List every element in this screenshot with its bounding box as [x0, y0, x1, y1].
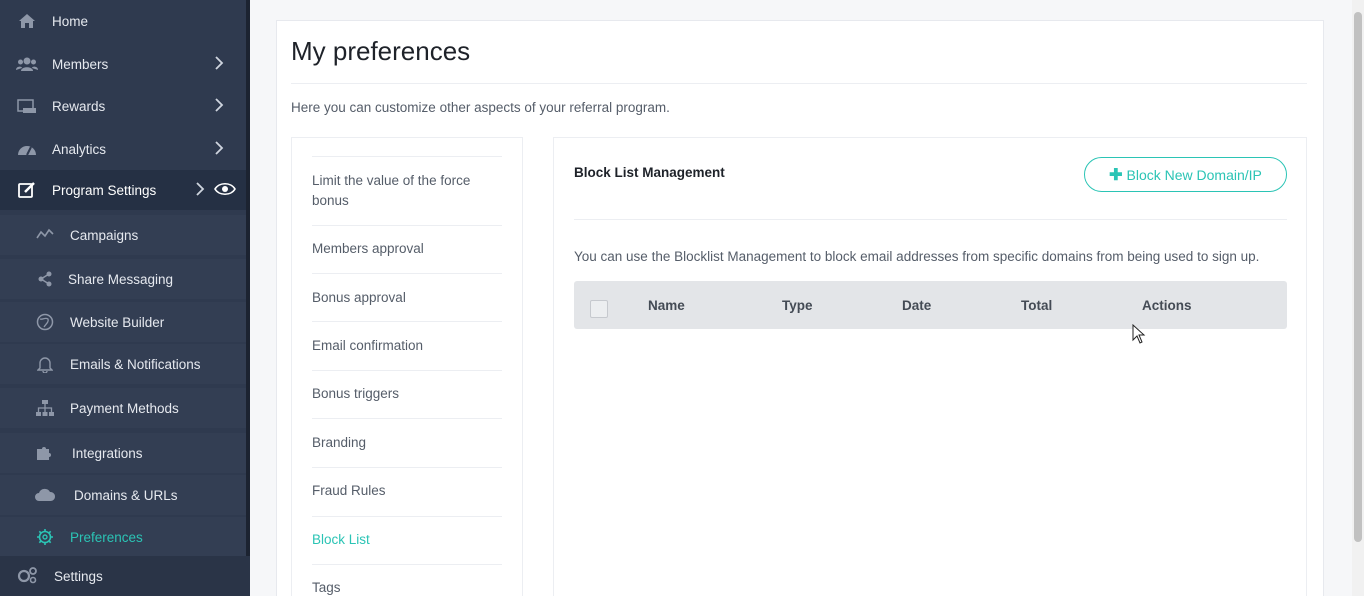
- home-icon: [16, 10, 38, 32]
- sidebar-item-program-settings[interactable]: Program Settings: [0, 170, 246, 210]
- subnav-item-members-approval[interactable]: Members approval: [312, 239, 502, 259]
- puzzle-icon: [34, 442, 56, 464]
- campaigns-icon: [34, 224, 56, 246]
- page-title: My preferences: [291, 36, 471, 66]
- chevron-right-icon: [195, 181, 205, 199]
- column-header-date[interactable]: Date: [902, 298, 931, 313]
- sidebar-subitem-label: Preferences: [70, 529, 143, 545]
- sidebar-item-home[interactable]: Home: [0, 1, 246, 41]
- subnav-item-email-confirmation[interactable]: Email confirmation: [312, 336, 502, 356]
- sidebar-subitem-website-builder[interactable]: Website Builder: [0, 302, 246, 342]
- column-header-total[interactable]: Total: [1021, 298, 1052, 313]
- subnav-item-fraud-rules[interactable]: Fraud Rules: [312, 481, 502, 501]
- panel-description: You can use the Blocklist Management to …: [574, 249, 1260, 264]
- subnav-item-bonus-triggers[interactable]: Bonus triggers: [312, 384, 502, 404]
- sidebar-subitem-label: Website Builder: [70, 314, 165, 330]
- sidebar-subitem-campaigns[interactable]: Campaigns: [0, 215, 246, 255]
- sidebar-item-members[interactable]: Members: [0, 44, 246, 84]
- sidebar-subitem-emails-notifications[interactable]: Emails & Notifications: [0, 344, 246, 384]
- panel-title: Block List Management: [574, 165, 725, 180]
- divider: [312, 225, 502, 226]
- sitemap-icon: [34, 397, 56, 419]
- sidebar: Home Members Rewards Analytics Program S…: [0, 0, 250, 596]
- divider: [291, 83, 1307, 84]
- divider: [312, 516, 502, 517]
- cogs-icon: [16, 566, 38, 587]
- subnav-item-force-bonus[interactable]: Limit the value of the force bonus: [312, 171, 502, 211]
- sidebar-subitem-label: Payment Methods: [70, 400, 179, 416]
- block-new-domain-button[interactable]: ✚ Block New Domain/IP: [1084, 157, 1287, 192]
- chevron-right-icon: [214, 140, 224, 158]
- globe-icon: [34, 311, 56, 333]
- sidebar-item-label: Members: [52, 56, 109, 72]
- divider: [574, 219, 1287, 220]
- divider: [312, 564, 502, 565]
- sidebar-subitem-payment-methods[interactable]: Payment Methods: [0, 388, 246, 428]
- plus-icon: ✚: [1109, 166, 1123, 184]
- sidebar-subitem-label: Share Messaging: [68, 271, 174, 287]
- gear-icon: [34, 526, 56, 548]
- divider: [312, 467, 502, 468]
- sidebar-item-label: Home: [52, 13, 89, 29]
- cloud-icon: [34, 484, 56, 506]
- divider: [312, 156, 502, 157]
- page-intro: Here you can customize other aspects of …: [291, 100, 670, 115]
- block-list-panel: [553, 137, 1307, 596]
- sidebar-item-analytics[interactable]: Analytics: [0, 129, 246, 169]
- sidebar-item-settings[interactable]: Settings: [0, 556, 250, 596]
- sidebar-subitem-share-messaging[interactable]: Share Messaging: [0, 259, 246, 299]
- mouse-cursor-icon: [1132, 323, 1146, 349]
- analytics-icon: [16, 138, 38, 160]
- column-header-type[interactable]: Type: [782, 298, 813, 313]
- sidebar-subitem-label: Integrations: [72, 445, 143, 461]
- subnav-item-bonus-approval[interactable]: Bonus approval: [312, 288, 502, 308]
- chevron-right-icon: [214, 97, 224, 115]
- sidebar-subitem-label: Domains & URLs: [74, 487, 178, 503]
- subnav-item-branding[interactable]: Branding: [312, 433, 502, 453]
- sidebar-subitem-label: Campaigns: [70, 227, 139, 243]
- sidebar-subitem-integrations[interactable]: Integrations: [0, 433, 246, 473]
- page-scrollbar-thumb[interactable]: [1354, 12, 1362, 542]
- select-all-checkbox[interactable]: [590, 300, 608, 318]
- column-header-actions: Actions: [1142, 298, 1192, 313]
- sidebar-subitem-label: Emails & Notifications: [70, 356, 201, 372]
- sidebar-item-label: Analytics: [52, 141, 107, 157]
- sidebar-item-label: Rewards: [52, 98, 106, 114]
- sidebar-item-rewards[interactable]: Rewards: [0, 86, 246, 126]
- bell-icon: [34, 353, 56, 375]
- column-header-name[interactable]: Name: [648, 298, 685, 313]
- members-icon: [16, 53, 38, 75]
- sidebar-item-label: Settings: [54, 568, 103, 584]
- sidebar-subitem-preferences[interactable]: Preferences: [0, 517, 246, 557]
- edit-icon: [16, 179, 38, 201]
- subnav-item-tags[interactable]: Tags: [312, 578, 502, 596]
- divider: [312, 418, 502, 419]
- divider: [312, 370, 502, 371]
- sidebar-item-label: Program Settings: [52, 182, 157, 198]
- chevron-right-icon: [214, 55, 224, 73]
- eye-icon[interactable]: [214, 182, 236, 199]
- divider: [312, 273, 502, 274]
- button-label: Block New Domain/IP: [1126, 166, 1262, 183]
- sidebar-subitem-domains-urls[interactable]: Domains & URLs: [0, 475, 246, 515]
- rewards-icon: [16, 95, 38, 117]
- subnav-item-block-list[interactable]: Block List: [312, 530, 502, 550]
- share-icon: [34, 268, 56, 290]
- divider: [312, 321, 502, 322]
